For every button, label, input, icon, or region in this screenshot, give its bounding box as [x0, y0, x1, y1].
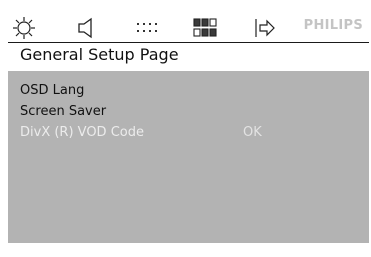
page-title-bar: General Setup Page — [8, 42, 369, 68]
dolby-setup-icon[interactable] — [134, 10, 160, 46]
brand-logo: PHILIPS — [303, 18, 363, 33]
menu-item-divx-vod-code[interactable]: DivX (R) VOD Code — [20, 125, 144, 140]
page-title: General Setup Page — [20, 45, 179, 64]
setup-screen: PHILIPS General Setup Page OSD Lang Scre… — [0, 0, 371, 257]
menu-panel: OSD Lang Screen Saver DivX (R) VOD Code … — [8, 71, 369, 243]
divx-ok-value[interactable]: OK — [243, 125, 262, 140]
audio-setup-icon[interactable] — [74, 10, 98, 46]
menu-item-osd-lang[interactable]: OSD Lang — [20, 83, 84, 98]
menu-item-screen-saver[interactable]: Screen Saver — [20, 104, 106, 119]
preference-exit-icon[interactable] — [252, 10, 278, 46]
video-setup-icon[interactable] — [192, 10, 218, 46]
general-setup-icon[interactable] — [10, 10, 38, 46]
